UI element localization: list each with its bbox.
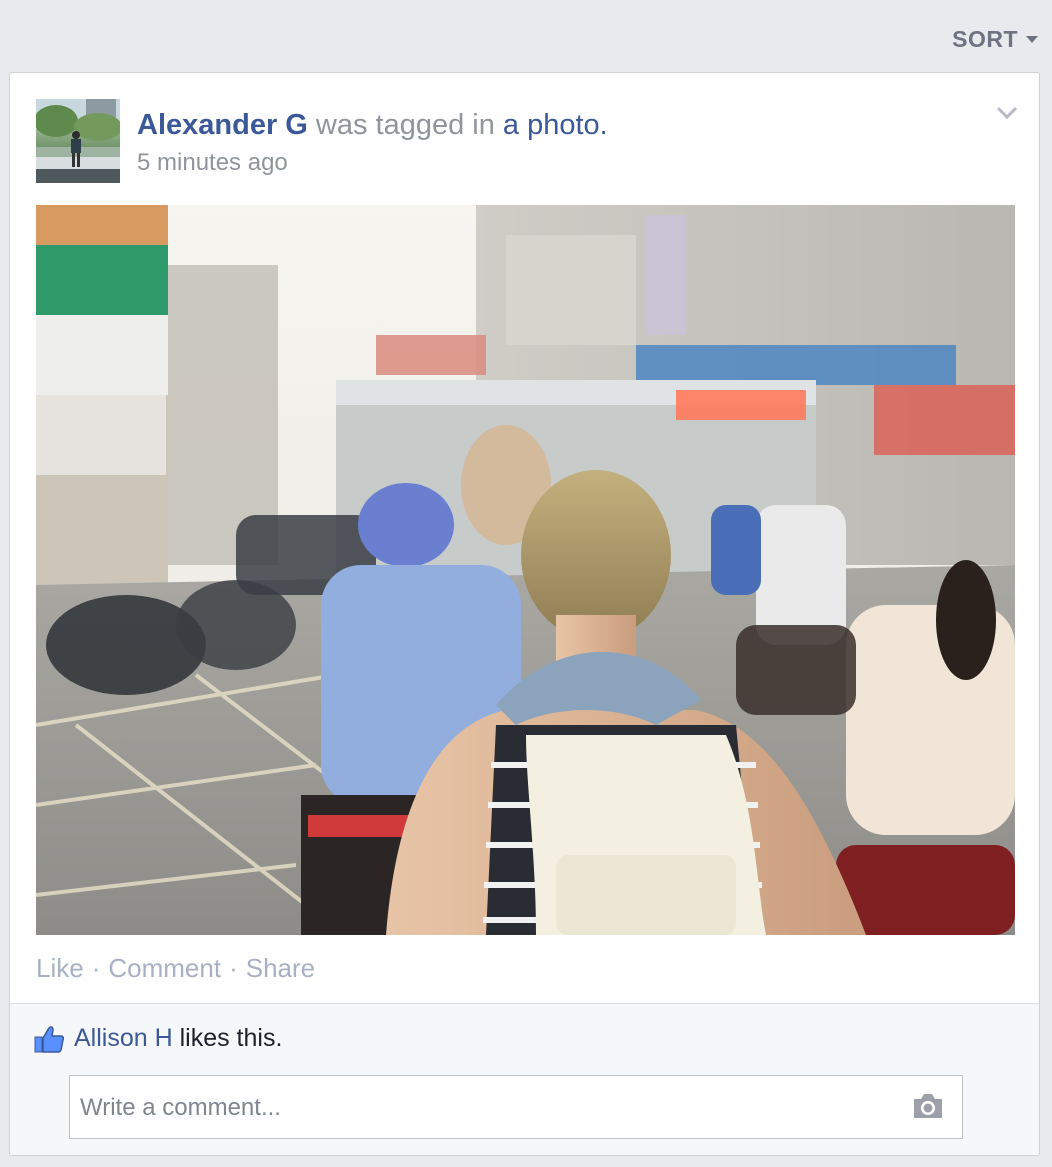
comment-link[interactable]: Comment [108, 953, 221, 983]
separator: · [229, 953, 238, 983]
camera-icon[interactable] [912, 1092, 944, 1120]
sort-label: SORT [952, 26, 1018, 52]
share-link[interactable]: Share [246, 953, 315, 983]
timestamp[interactable]: 5 minutes ago [137, 149, 288, 177]
likes-suffix: likes this. [172, 1024, 283, 1052]
avatar[interactable] [36, 99, 120, 183]
action-text: was tagged in [307, 109, 503, 141]
photo-link[interactable]: a photo. [503, 109, 608, 141]
thumbs-up-icon [34, 1025, 64, 1053]
comment-input[interactable] [78, 1076, 902, 1140]
like-link[interactable]: Like [36, 953, 84, 983]
sort-button[interactable]: SORT [952, 26, 1038, 53]
caret-down-icon [1026, 36, 1038, 43]
author-name-link[interactable]: Alexander G [137, 109, 308, 141]
comment-box [69, 1075, 963, 1140]
feed-story-card: Alexander G was tagged in a photo. 5 min… [9, 72, 1040, 1156]
story-actions: Like · Comment · Share [36, 953, 315, 984]
likes-summary: Allison H likes this. [34, 1024, 282, 1053]
chevron-down-icon[interactable] [995, 103, 1019, 123]
story-footer: Allison H likes this. [10, 1003, 1039, 1155]
story-headline: Alexander G was tagged in a photo. [137, 109, 608, 142]
separator: · [91, 953, 101, 983]
post-photo[interactable] [36, 205, 1015, 935]
liker-name-link[interactable]: Allison H [74, 1024, 173, 1052]
